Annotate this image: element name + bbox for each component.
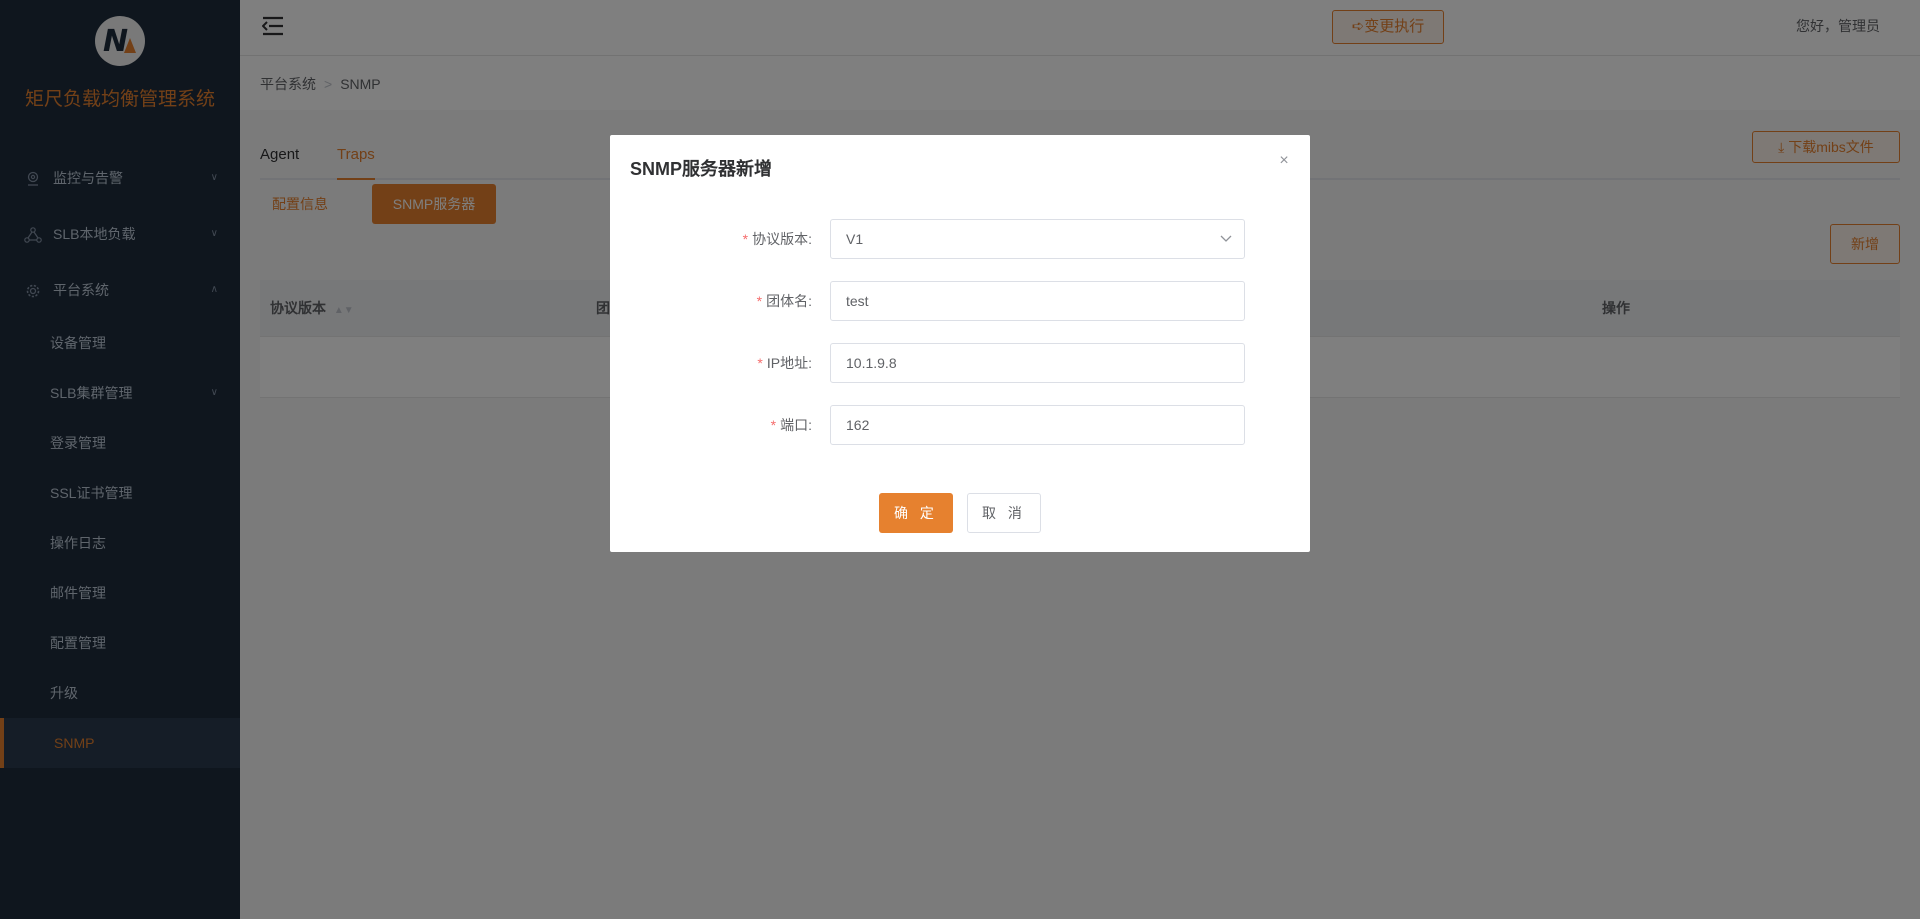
- ip-address-input[interactable]: 10.1.9.8: [830, 343, 1245, 383]
- confirm-button[interactable]: 确 定: [879, 493, 953, 533]
- field-label: * 协议版本:: [743, 219, 812, 259]
- community-name-input[interactable]: test: [830, 281, 1245, 321]
- field-label: * IP地址:: [757, 343, 812, 383]
- protocol-version-select[interactable]: V1: [830, 219, 1245, 259]
- chevron-down-icon: [1220, 220, 1232, 273]
- form-row-version: * 协议版本: V1: [610, 219, 1310, 259]
- cancel-button[interactable]: 取 消: [967, 493, 1041, 533]
- field-label-text: IP地址:: [766, 355, 812, 371]
- close-icon[interactable]: ×: [1276, 153, 1292, 169]
- required-mark: *: [742, 231, 749, 247]
- field-label-text: 团体名:: [766, 293, 812, 309]
- required-mark: *: [756, 293, 763, 309]
- snmp-server-add-dialog: SNMP服务器新增 × * 协议版本: V1 * 团体名: test * IP地址: …: [610, 135, 1310, 552]
- form-row-ip: * IP地址: 10.1.9.8: [610, 343, 1310, 383]
- field-label-text: 端口:: [780, 417, 812, 433]
- field-label: * 端口:: [771, 405, 812, 445]
- form-row-community: * 团体名: test: [610, 281, 1310, 321]
- required-mark: *: [770, 417, 777, 433]
- selected-value: V1: [846, 231, 864, 247]
- port-input[interactable]: 162: [830, 405, 1245, 445]
- field-label-text: 协议版本:: [752, 231, 812, 247]
- dialog-title: SNMP服务器新增: [630, 159, 773, 179]
- form-row-port: * 端口: 162: [610, 405, 1310, 445]
- field-label: * 团体名:: [757, 281, 812, 321]
- required-mark: *: [757, 355, 763, 371]
